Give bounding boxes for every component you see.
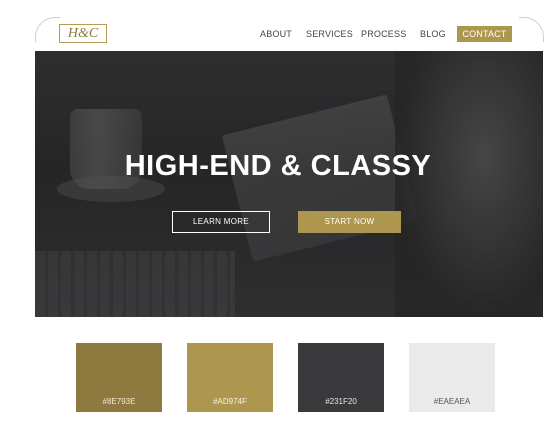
learn-more-button[interactable]: LEARN MORE [172,211,270,233]
hero-headline: HIGH-END & CLASSY [124,150,432,182]
nav-item-process[interactable]: PROCESS [361,26,406,42]
color-swatch: #AD974F [187,343,273,412]
swatch-label: #231F20 [325,397,357,406]
swatch-label: #EAEAEA [433,397,471,406]
hero-overlay [35,51,543,317]
color-swatch: #EAEAEA [409,343,495,412]
swatch-label: #AD974F [213,397,247,406]
color-swatch: #231F20 [298,343,384,412]
nav-item-blog[interactable]: BLOG [420,26,446,42]
contact-button[interactable]: CONTACT [457,26,512,42]
swatch-label: #8E793E [102,397,136,406]
hero-image [35,51,543,317]
nav-item-services[interactable]: SERVICES [306,26,353,42]
start-now-button[interactable]: START NOW [298,211,401,233]
nav-item-about[interactable]: ABOUT [260,26,292,42]
color-swatch: #8E793E [76,343,162,412]
